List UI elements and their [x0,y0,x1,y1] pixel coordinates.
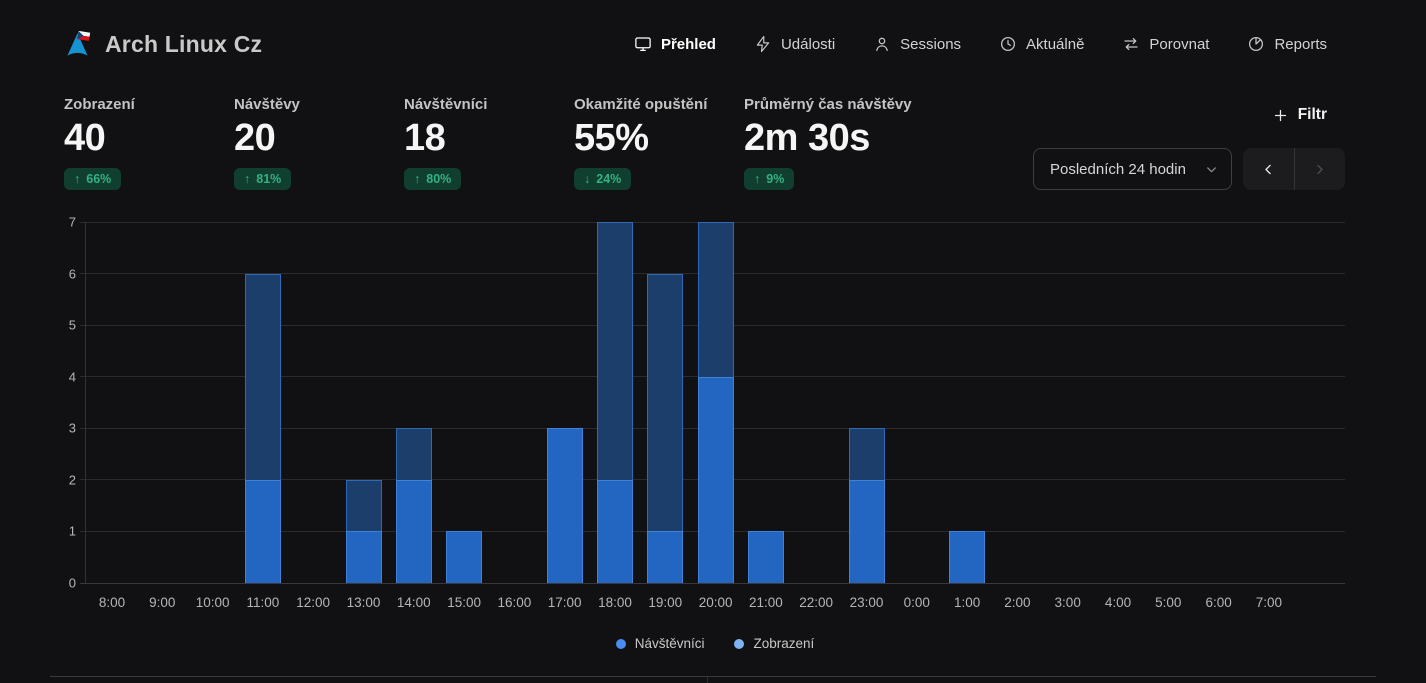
legend-dot-icon [616,639,626,649]
y-axis-tick-label: 6 [69,266,76,281]
metric-change-value: 66% [86,172,111,186]
legend-label: Zobrazení [753,636,814,651]
y-axis-tick-label: 3 [69,421,76,436]
bar-n-v-t-vn-ci-14:00 [396,480,432,583]
arrow-down-icon: ↓ [584,172,590,186]
metric-zobrazen-: Zobrazení 40 ↑ 66% [64,96,234,190]
date-range-dropdown[interactable]: Posledních 24 hodin [1033,148,1232,190]
y-axis-tick-label: 7 [69,215,76,230]
legend-item-zobrazen-[interactable]: Zobrazení [734,636,814,651]
bar-n-v-t-vn-ci-23:00 [849,480,885,583]
bottom-section-divider [50,676,1376,677]
metric-value: 18 [404,117,445,160]
bar-n-v-t-vn-ci-20:00 [698,377,734,583]
y-axis-tick-label: 1 [69,524,76,539]
arrow-up-icon: ↑ [244,172,250,186]
chart-legend: Návštěvníci Zobrazení [85,636,1345,651]
nav-label: Porovnat [1149,36,1209,53]
nav-item-prehled[interactable]: Přehled [634,35,716,53]
arrow-up-icon: ↑ [74,172,80,186]
metric-change-badge: ↑ 66% [64,168,121,190]
nav-label: Přehled [661,36,716,53]
bar-n-v-t-vn-ci-18:00 [597,480,633,583]
arrow-up-icon: ↑ [754,172,760,186]
metrics-bar: Zobrazení 40 ↑ 66% Návštěvy 20 ↑ 81% Návštěvníci… [64,96,912,190]
date-range-value: Posledních 24 hodin [1050,161,1186,178]
date-pager [1243,148,1345,190]
metric-label: Návštěvy [234,96,300,113]
nav-label: Sessions [900,36,961,53]
arch-linux-logo-icon [64,31,91,58]
y-axis-tick-label: 0 [69,576,76,591]
bar-n-v-t-vn-ci-13:00 [346,531,382,583]
metric-okam-it-opu-t-n-: Okamžité opuštění 55% ↓ 24% [574,96,744,190]
legend-dot-icon [734,639,744,649]
metric-value: 40 [64,117,105,160]
metric-n-v-t-vn-ci: Návštěvníci 18 ↑ 80% [404,96,574,190]
bar-n-v-t-vn-ci-1:00 [949,531,985,583]
site-brand[interactable]: Arch Linux Cz [64,31,262,58]
metric-label: Okamžité opuštění [574,96,707,113]
y-axis-tick-label: 4 [69,369,76,384]
metric-change-value: 24% [596,172,621,186]
y-axis-line [85,222,86,583]
monitor-icon [634,35,652,53]
chevron-right-icon [1312,162,1327,177]
metric-change-badge: ↑ 81% [234,168,291,190]
chevron-down-icon [1204,162,1219,177]
bottom-section-column-divider [707,677,708,683]
bar-n-v-t-vn-ci-19:00 [647,531,683,583]
x-axis-tick-label: 7:00 [1237,595,1301,610]
metric-change-value: 81% [256,172,281,186]
metric-value: 55% [574,117,649,160]
metric-change-badge: ↑ 9% [744,168,794,190]
metric-change-badge: ↓ 24% [574,168,631,190]
zap-icon [754,35,772,53]
nav-item-udalosti[interactable]: Události [754,35,835,53]
next-period-button[interactable] [1294,148,1345,190]
metric-value: 2m 30s [744,117,870,160]
metric-label: Zobrazení [64,96,135,113]
metric-label: Průměrný čas návštěvy [744,96,912,113]
chevron-left-icon [1261,162,1276,177]
pie-chart-icon [1247,35,1265,53]
metric-change-value: 80% [426,172,451,186]
nav-label: Reports [1274,36,1327,53]
bar-n-v-t-vn-ci-17:00 [547,428,583,583]
compare-arrows-icon [1122,35,1140,53]
nav-item-sessions[interactable]: Sessions [873,35,961,53]
nav-item-porovnat[interactable]: Porovnat [1122,35,1209,53]
metric-n-v-t-vy: Návštěvy 20 ↑ 81% [234,96,404,190]
main-nav: Přehled Události Sessions [634,35,1327,53]
legend-item-n-v-t-vn-ci[interactable]: Návštěvníci [616,636,705,651]
filter-label: Filtr [1298,106,1327,124]
user-icon [873,35,891,53]
metric-change-value: 9% [766,172,784,186]
metric-label: Návštěvníci [404,96,487,113]
filter-button[interactable]: Filtr [1272,106,1327,124]
bar-n-v-t-vn-ci-21:00 [748,531,784,583]
site-title: Arch Linux Cz [105,31,262,58]
y-axis-tick-label: 5 [69,318,76,333]
header: Arch Linux Cz Přehled Události [0,0,1426,88]
nav-label: Aktuálně [1026,36,1084,53]
previous-period-button[interactable] [1243,148,1294,190]
plus-icon [1272,107,1289,124]
metric-value: 20 [234,117,275,160]
nav-label: Události [781,36,835,53]
nav-item-reports[interactable]: Reports [1247,35,1327,53]
y-axis-tick-label: 2 [69,472,76,487]
metric-change-badge: ↑ 80% [404,168,461,190]
traffic-bar-chart: 012345678:009:0010:0011:0012:0013:0014:0… [85,222,1345,583]
bar-n-v-t-vn-ci-11:00 [245,480,281,583]
clock-icon [999,35,1017,53]
metric-pr-m-rn-as-n-v-t-vy: Průměrný čas návštěvy 2m 30s ↑ 9% [744,96,912,190]
bar-n-v-t-vn-ci-15:00 [446,531,482,583]
nav-item-aktualne[interactable]: Aktuálně [999,35,1084,53]
arrow-up-icon: ↑ [414,172,420,186]
legend-label: Návštěvníci [635,636,705,651]
